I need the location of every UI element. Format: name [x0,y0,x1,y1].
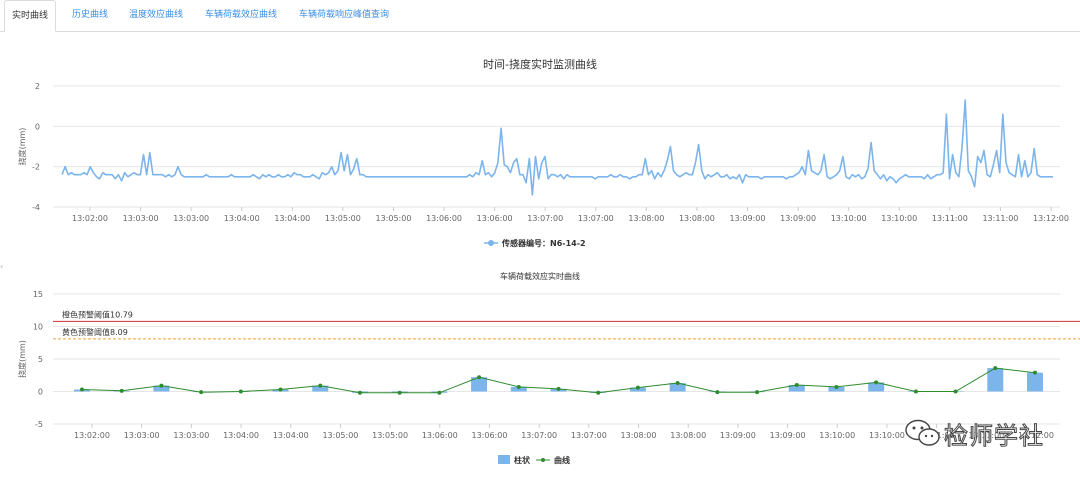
curve-point [596,390,601,395]
tab-vehicle-load-effect-curve[interactable]: 车辆荷载效应曲线 [205,0,277,30]
x-tick-label: 13:09:00 [730,214,766,223]
curve-point [278,387,283,392]
deflection-realtime-chart: 时间-挠度实时监测曲线 2 0 -2 -4 挠度(mm) 13:02:00 13:03:00 1… [17,57,1069,248]
legend-bar-swatch [498,455,510,464]
x-tick-label: 13:05:00 [376,214,412,223]
x-tick-label: 13:05:00 [322,431,358,440]
x-tick-label: 13:08:00 [628,214,664,223]
x-tick-label: 13:03:00 [123,214,159,223]
x-tick-label: 13:02:00 [72,214,108,223]
x-tick-label: 13:06:00 [422,431,458,440]
series-line [61,99,1053,196]
x-tick-label: 13:06:00 [472,431,508,440]
tab-realtime-curve[interactable]: 实时曲线 [4,0,57,32]
y-tick-label: 5 [38,355,43,364]
tab-vehicle-load-peak-query[interactable]: 车辆荷载响应峰值查询 [299,0,389,30]
x-tick-label: 13:04:00 [224,214,260,223]
curve-point [874,380,879,385]
curve-point [715,390,720,395]
x-tick-label: 13:09:00 [720,431,756,440]
x-tick-label: 13:08:00 [679,214,715,223]
y-tick-label: -2 [32,163,40,172]
x-tick-label: 13:03:00 [173,431,209,440]
curve-point [119,388,124,393]
tab-history-curve[interactable]: 历史曲线 [72,0,108,30]
orange-threshold-label: 橙色预警阈值10.79 [62,309,133,319]
curve-point [477,375,482,380]
curve-point [953,389,958,394]
bar [1027,372,1043,392]
curve-point [159,383,164,388]
curve-point [675,381,680,386]
curve-point [993,366,998,371]
legend-series-name: 传感器编号：N6-14-2 [501,238,586,248]
x-tick-label: 13:03:00 [124,431,160,440]
x-tick-label: 13:03:00 [173,214,209,223]
legend-line-marker [541,458,545,462]
x-tick-label: 13:05:00 [325,214,361,223]
y-tick-label: 15 [33,290,43,299]
x-tick-label: 13:11:00 [982,214,1018,223]
x-tick-label: 13:05:00 [372,431,408,440]
curve-point [199,390,204,395]
tab-bar: 实时曲线 历史曲线 温度效应曲线 车辆荷载效应曲线 车辆荷载响应峰值查询 [0,0,1080,32]
y-axis-label: 挠度(mm) [17,340,27,378]
x-tick-label: 13:06:00 [477,214,513,223]
y-tick-label: -4 [32,203,40,212]
curve-point [755,390,760,395]
tab-temperature-effect-curve[interactable]: 温度效应曲线 [129,0,183,30]
legend-line-name: 曲线 [554,455,570,465]
y-tick-label: 2 [35,82,40,91]
x-tick-label: 13:02:00 [74,431,110,440]
x-tick-label: 13:09:00 [780,214,816,223]
x-tick-label: 13:10:00 [869,431,905,440]
chart-title: 时间-挠度实时监测曲线 [483,57,597,71]
curve-point [635,385,640,390]
x-tick-label: 13:08:00 [621,431,657,440]
legend-marker [488,240,494,246]
y-axis-label: 挠度(mm) [17,128,27,166]
watermark-text: 检师学社 [944,421,1044,450]
chart-title: 车辆荷载效应实时曲线 [500,271,580,281]
x-tick-label: 13:07:00 [527,214,563,223]
curve-point [834,384,839,389]
x-tick-label: 13:08:00 [670,431,706,440]
x-tick-label: 13:04:00 [273,431,309,440]
yellow-threshold-label: 黄色预警阈值8.09 [62,327,128,337]
x-tick-label: 13:10:00 [819,431,855,440]
x-tick-label: 13:04:00 [223,431,259,440]
curve-point [556,386,561,391]
y-tick-label: 0 [35,122,40,131]
wechat-icon [905,419,940,446]
curve-point [516,384,521,389]
curve-point [794,383,799,387]
x-tick-label: 13:09:00 [770,431,806,440]
y-tick-label: 0 [38,388,43,397]
curve-point [1033,370,1037,375]
curve-point [238,389,243,394]
curve-point [397,390,402,395]
curve-point [80,387,84,392]
x-tick-label: 13:11:00 [932,214,968,223]
curve-point [357,390,362,395]
y-tick-label: -5 [35,420,43,429]
x-tick-label: 13:07:00 [521,431,557,440]
x-tick-label: 13:12:00 [1033,214,1069,223]
legend-bar-name: 柱状 [514,455,531,465]
x-tick-label: 13:04:00 [274,214,310,223]
x-tick-label: 13:07:00 [578,214,614,223]
curve-point [913,389,918,394]
x-tick-label: 13:10:00 [881,214,917,223]
watermark: 检师学社 [904,416,1044,450]
x-tick-label: 13:07:00 [571,431,607,440]
y-tick-label: 10 [33,323,43,332]
curve-point [318,383,323,388]
x-tick-label: 13:10:00 [831,214,867,223]
curve-point [437,390,442,395]
x-tick-label: 13:06:00 [426,214,462,223]
